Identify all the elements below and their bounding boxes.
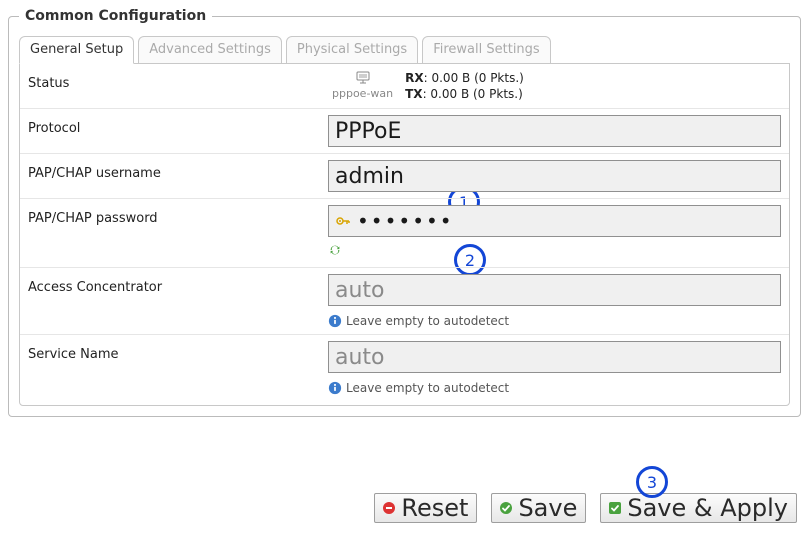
status-tx-label: TX bbox=[405, 87, 422, 101]
service-name-label: Service Name bbox=[28, 341, 328, 395]
interface-icon bbox=[355, 70, 371, 86]
status-stats: RX: 0.00 B (0 Pkts.) TX: 0.00 B (0 Pkts.… bbox=[405, 70, 524, 102]
reset-button-label: Reset bbox=[401, 496, 468, 520]
tab-advanced-settings[interactable]: Advanced Settings bbox=[138, 36, 282, 64]
status-block: pppoe-wan RX: 0.00 B (0 Pkts.) TX: 0.00 … bbox=[332, 70, 524, 102]
info-icon bbox=[328, 381, 342, 395]
save-button[interactable]: Save bbox=[491, 493, 586, 523]
tab-panel-general: Status pppoe-wan bbox=[19, 63, 790, 406]
fieldset-legend: Common Configuration bbox=[19, 8, 212, 24]
tab-physical-settings[interactable]: Physical Settings bbox=[286, 36, 418, 64]
status-rx-value: 0.00 B (0 Pkts.) bbox=[431, 71, 523, 85]
reveal-password-icon[interactable] bbox=[328, 243, 342, 257]
status-interface-name: pppoe-wan bbox=[332, 87, 393, 100]
reset-button[interactable]: Reset bbox=[374, 493, 477, 523]
password-field-wrap bbox=[328, 205, 781, 237]
reset-icon bbox=[381, 500, 397, 516]
check-icon bbox=[498, 500, 514, 516]
access-concentrator-hint: Leave empty to autodetect bbox=[346, 314, 509, 328]
password-input[interactable] bbox=[355, 208, 774, 234]
service-name-input[interactable] bbox=[328, 341, 781, 373]
tab-general-setup[interactable]: General Setup bbox=[19, 36, 134, 64]
protocol-select[interactable] bbox=[328, 115, 781, 147]
access-concentrator-input[interactable] bbox=[328, 274, 781, 306]
save-button-label: Save bbox=[518, 496, 577, 520]
username-label: PAP/CHAP username bbox=[28, 160, 328, 192]
tabs-bar: General Setup Advanced Settings Physical… bbox=[19, 36, 790, 64]
save-apply-button[interactable]: Save & Apply bbox=[600, 493, 797, 523]
status-rx-label: RX bbox=[405, 71, 424, 85]
protocol-label: Protocol bbox=[28, 115, 328, 147]
username-input[interactable] bbox=[328, 160, 781, 192]
info-icon bbox=[328, 314, 342, 328]
status-tx-value: 0.00 B (0 Pkts.) bbox=[430, 87, 522, 101]
save-apply-button-label: Save & Apply bbox=[627, 496, 788, 520]
tab-firewall-settings[interactable]: Firewall Settings bbox=[422, 36, 550, 64]
password-label: PAP/CHAP password bbox=[28, 205, 328, 261]
button-bar: Reset Save Save & Apply bbox=[374, 493, 797, 523]
key-icon bbox=[335, 213, 351, 229]
common-configuration-fieldset: Common Configuration General Setup Advan… bbox=[8, 8, 801, 417]
access-concentrator-label: Access Concentrator bbox=[28, 274, 328, 328]
status-label: Status bbox=[28, 70, 328, 102]
apply-icon bbox=[607, 500, 623, 516]
service-name-hint: Leave empty to autodetect bbox=[346, 381, 509, 395]
